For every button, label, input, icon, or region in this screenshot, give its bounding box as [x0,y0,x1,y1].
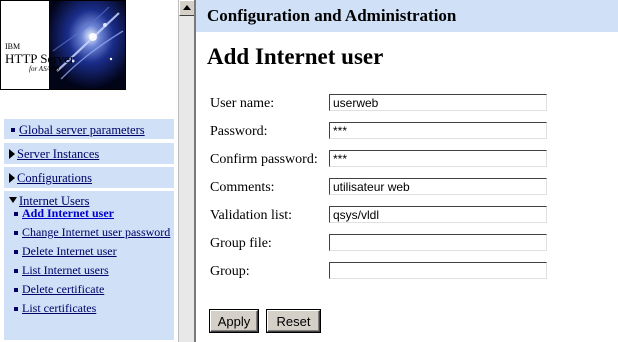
server-instances-link[interactable]: Server Instances [17,147,99,161]
bullet-icon [11,128,15,133]
bullet-icon [14,288,18,292]
submenu-item: Add Internet user [10,207,172,220]
scroll-up-button[interactable] [179,0,195,16]
bullet-icon [14,250,18,254]
confirm-password-row: Confirm password: [210,150,610,171]
comments-input[interactable] [329,178,547,195]
arrow-up-icon [183,5,191,10]
group-row: Group: [210,262,610,283]
configurations-link[interactable]: Configurations [17,171,92,185]
delete-internet-user-link[interactable]: Delete Internet user [22,245,117,258]
content-frame: Configuration and Administration Add Int… [196,0,618,342]
internet-users-submenu: Add Internet user Change Internet user p… [10,207,172,321]
bullet-icon [14,269,18,273]
logo-text: IBM HTTP Server for AS/400 [5,43,74,73]
submenu-item: List Internet users [10,264,172,277]
nav-configurations: Configurations [4,167,174,188]
submenu-item: Change Internet user password [10,226,172,239]
password-row: Password: [210,122,610,143]
confirm-password-label: Confirm password: [210,152,318,167]
submenu-item: Delete Internet user [10,245,172,258]
group-file-row: Group file: [210,234,610,255]
bullet-icon [14,212,18,216]
bullet-icon [14,307,18,311]
submenu-item: List certificates [10,302,172,315]
group-label: Group: [210,264,250,279]
nav-server-instances: Server Instances [4,143,174,164]
password-input[interactable] [329,122,547,139]
submenu-item: Delete certificate [10,283,172,296]
logo-ibm-text: IBM [5,42,21,51]
bullet-icon [14,231,18,235]
password-label: Password: [210,124,268,139]
list-certificates-link[interactable]: List certificates [22,302,96,315]
page-title: Add Internet user [207,44,384,69]
group-input[interactable] [329,262,547,279]
comments-label: Comments: [210,180,275,195]
user-name-input[interactable] [329,94,547,111]
ibm-http-server-logo: IBM HTTP Server for AS/400 [0,0,126,90]
nav-scrollbar[interactable] [178,0,195,342]
header-banner: Configuration and Administration [196,0,618,32]
collapse-arrow-icon[interactable] [9,197,17,203]
change-internet-user-password-link[interactable]: Change Internet user password [22,226,170,239]
expand-arrow-icon[interactable] [9,149,15,159]
apply-button[interactable]: Apply [210,310,258,332]
logo-product-name: HTTP Server [5,51,75,66]
navigation-frame: IBM HTTP Server for AS/400 Global server… [0,0,178,342]
validation-list-input[interactable] [329,206,547,223]
confirm-password-input[interactable] [329,150,547,167]
nav-internet-users: Internet Users Add Internet user Change … [4,191,174,340]
delete-certificate-link[interactable]: Delete certificate [22,283,104,296]
user-name-row: User name: [210,94,610,115]
group-file-input[interactable] [329,234,547,251]
reset-button[interactable]: Reset [267,310,320,332]
banner-title: Configuration and Administration [207,6,457,25]
global-server-parameters-link[interactable]: Global server parameters [19,123,145,137]
nav-global-server-parameters: Global server parameters [4,119,174,139]
user-name-label: User name: [210,96,275,111]
list-internet-users-link[interactable]: List Internet users [22,264,109,277]
expand-arrow-icon[interactable] [9,173,15,183]
validation-list-label: Validation list: [210,208,293,223]
group-file-label: Group file: [210,236,272,251]
validation-list-row: Validation list: [210,206,610,227]
add-internet-user-link[interactable]: Add Internet user [22,207,114,220]
comments-row: Comments: [210,178,610,199]
logo-platform-text: for AS/400 [29,65,60,73]
